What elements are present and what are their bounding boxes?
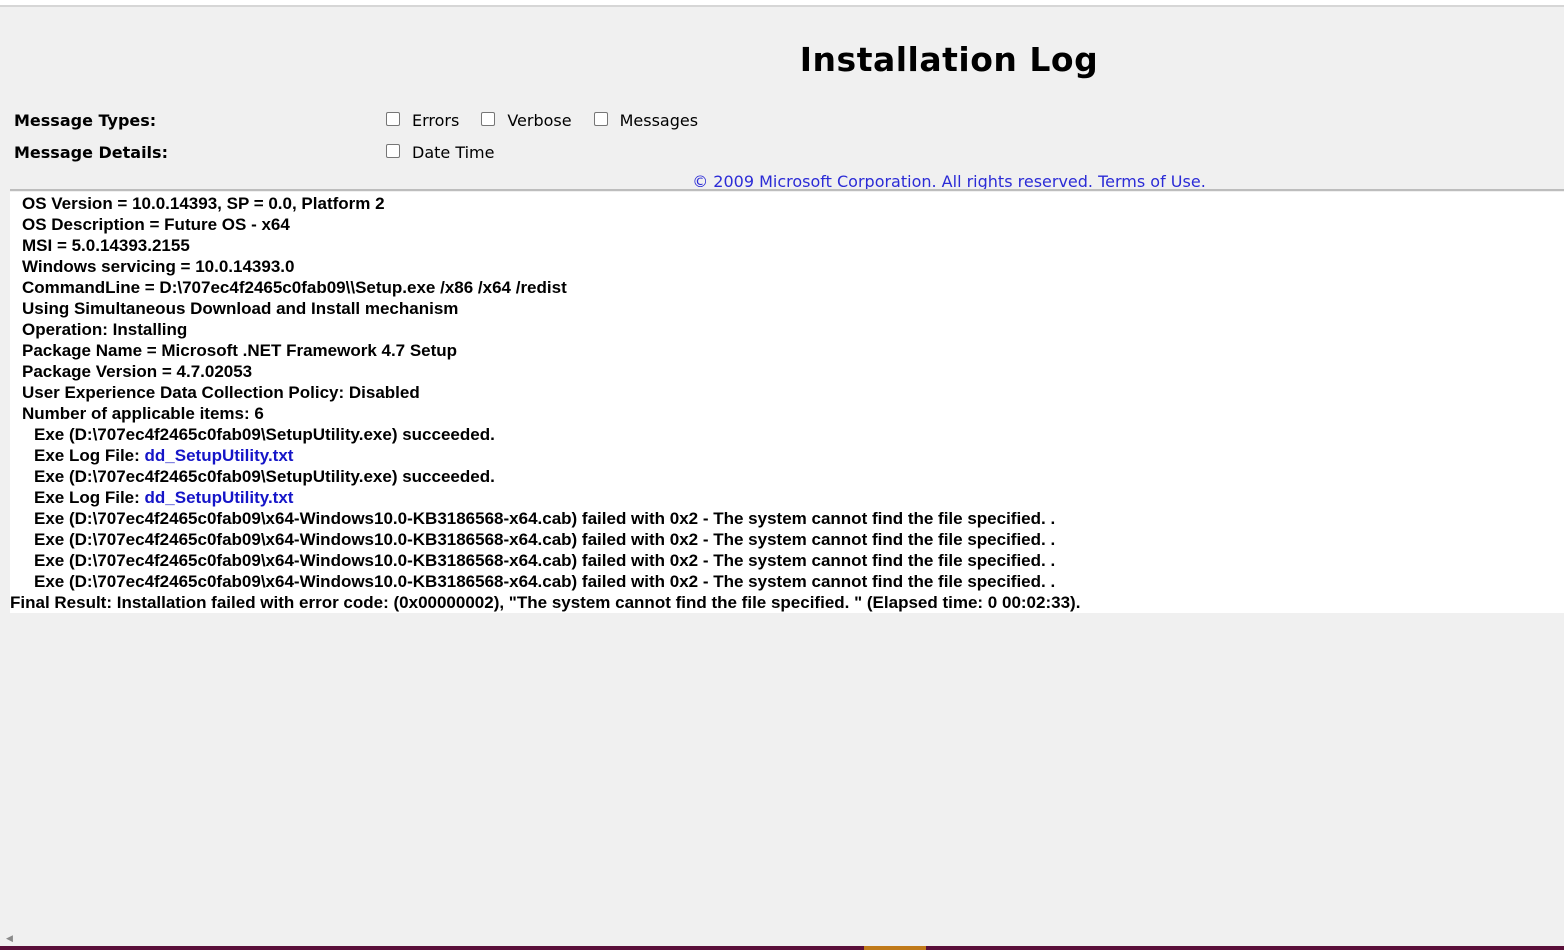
- message-types-options: Errors Verbose Messages: [386, 111, 720, 130]
- messages-checkbox[interactable]: [593, 111, 608, 126]
- top-edge: [0, 0, 1564, 7]
- final-result: Final Result: Installation failed with e…: [10, 593, 1081, 612]
- log-line: Number of applicable items: 6: [22, 404, 264, 423]
- log-panel: OS Version = 10.0.14393, SP = 0.0, Platf…: [10, 192, 1564, 613]
- log-file-link[interactable]: dd_SetupUtility.txt: [145, 488, 294, 507]
- log-line: User Experience Data Collection Policy: …: [22, 383, 420, 402]
- message-types-label: Message Types:: [14, 111, 157, 130]
- errors-checkbox[interactable]: [386, 111, 400, 126]
- taskbar-indicator: [864, 946, 926, 950]
- log-file-link[interactable]: dd_SetupUtility.txt: [145, 446, 294, 465]
- log-file-prefix: Exe Log File:: [34, 446, 145, 465]
- log-line: Using Simultaneous Download and Install …: [22, 299, 459, 318]
- verbose-checkbox[interactable]: [481, 111, 496, 126]
- message-details-options: Date Time: [386, 143, 516, 162]
- log-item: Exe (D:\707ec4f2465c0fab09\x64-Windows10…: [34, 530, 1056, 549]
- log-item: Exe (D:\707ec4f2465c0fab09\x64-Windows10…: [34, 572, 1056, 591]
- messages-label[interactable]: Messages: [620, 111, 698, 130]
- log-line: OS Version = 10.0.14393, SP = 0.0, Platf…: [22, 194, 385, 213]
- log-item: Exe (D:\707ec4f2465c0fab09\SetupUtility.…: [34, 425, 495, 444]
- bottom-strip: [0, 946, 1564, 950]
- log-line: MSI = 5.0.14393.2155: [22, 236, 190, 255]
- log-line: Package Version = 4.7.02053: [22, 362, 253, 381]
- log-item: Exe (D:\707ec4f2465c0fab09\x64-Windows10…: [34, 509, 1056, 528]
- date-time-label[interactable]: Date Time: [412, 143, 494, 162]
- log-item: Exe Log File: dd_SetupUtility.txt: [10, 487, 1564, 508]
- divider: [10, 189, 1564, 191]
- log-line: OS Description = Future OS - x64: [22, 215, 290, 234]
- message-details-label: Message Details:: [14, 143, 168, 162]
- verbose-label[interactable]: Verbose: [507, 111, 571, 130]
- log-file-prefix: Exe Log File:: [34, 488, 145, 507]
- log-item: Exe (D:\707ec4f2465c0fab09\SetupUtility.…: [34, 467, 495, 486]
- log-item: Exe Log File: dd_SetupUtility.txt: [10, 445, 1564, 466]
- log-line: Package Name = Microsoft .NET Framework …: [22, 341, 458, 360]
- scroll-left-arrow-icon[interactable]: ◀: [6, 934, 13, 944]
- log-item: Exe (D:\707ec4f2465c0fab09\x64-Windows10…: [34, 551, 1056, 570]
- log-line: Windows servicing = 10.0.14393.0: [22, 257, 295, 276]
- date-time-checkbox[interactable]: [386, 143, 400, 158]
- installation-log-page: Installation Log Message Types: Errors V…: [0, 0, 1564, 950]
- errors-label[interactable]: Errors: [412, 111, 459, 130]
- log-line: CommandLine = D:\707ec4f2465c0fab09\\Set…: [22, 278, 567, 297]
- page-title: Installation Log: [799, 40, 1099, 79]
- log-line: Operation: Installing: [22, 320, 188, 339]
